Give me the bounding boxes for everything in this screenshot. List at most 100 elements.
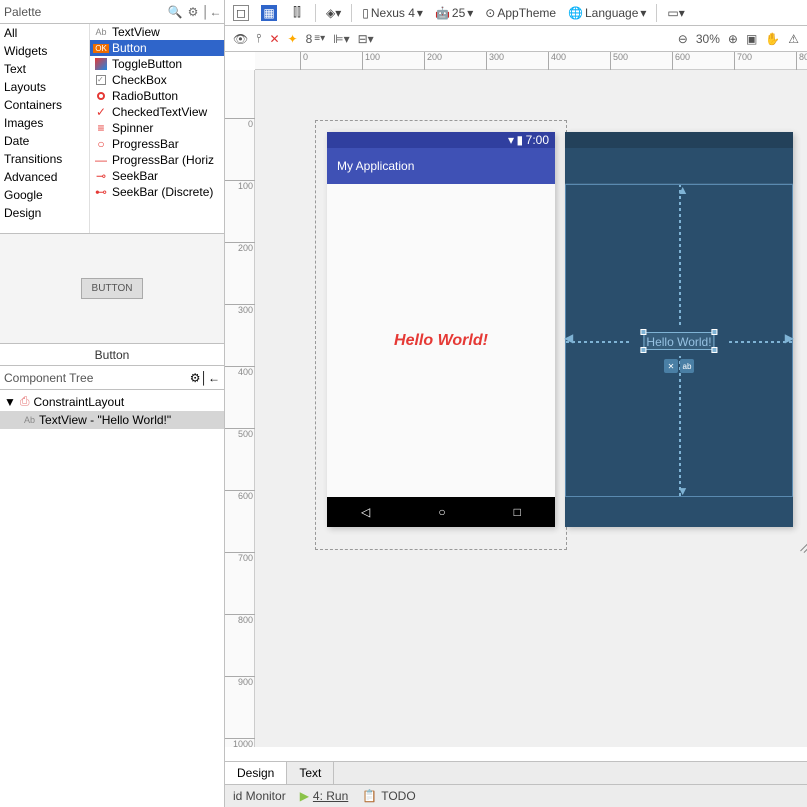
pan-icon[interactable]: ✋: [765, 32, 780, 46]
infer-constraints-icon[interactable]: ✦: [288, 32, 298, 46]
tab-text[interactable]: Text: [287, 762, 334, 784]
theme-icon: ⊙: [485, 6, 495, 20]
tree-root-label: ConstraintLayout: [34, 395, 125, 409]
view-design-icon[interactable]: ◻: [229, 3, 253, 23]
palette-widget-seekbar[interactable]: ⊸SeekBar: [90, 168, 224, 184]
sub-toolbar: 👁 ⫯ ✕ ✦ 8 ≡▾ ⊫▾ ⊟▾ ⊖ 30% ⊕ ▣ ✋ ⚠: [225, 26, 807, 52]
palette-widget-progressbar[interactable]: ○ProgressBar: [90, 136, 224, 152]
palette-title: Palette: [4, 5, 166, 19]
pack-icon[interactable]: ⊟▾: [358, 32, 374, 46]
palette-widget-progressbarhoriz[interactable]: —ProgressBar (Horiz: [90, 152, 224, 168]
view-both-icon[interactable]: ⫿⫿: [285, 3, 309, 23]
widget-label: SeekBar: [112, 169, 158, 183]
clear-constraints-icon[interactable]: ✕: [269, 32, 279, 46]
widget-icon: ≡: [94, 121, 108, 135]
run-icon: ▶: [300, 789, 309, 803]
magnet-icon[interactable]: ⫯: [256, 31, 261, 46]
palette-category-text[interactable]: Text: [0, 60, 89, 78]
palette-widget-textview[interactable]: AbTextView: [90, 24, 224, 40]
palette-widget-checkedtextview[interactable]: ✓CheckedTextView: [90, 104, 224, 120]
theme-selector[interactable]: ⊙ AppTheme: [481, 4, 560, 22]
battery-icon: ▮: [517, 133, 524, 147]
delete-constraint-icon[interactable]: ✕: [664, 359, 678, 373]
palette-widget-togglebutton[interactable]: ToggleButton: [90, 56, 224, 72]
api-label: 25: [452, 6, 465, 20]
palette-category-layouts[interactable]: Layouts: [0, 78, 89, 96]
blueprint-hello[interactable]: Hello World!: [643, 332, 714, 350]
preview-button[interactable]: BUTTON: [81, 278, 144, 299]
palette-category-containers[interactable]: Containers: [0, 96, 89, 114]
constraint-badges[interactable]: ✕ ab: [664, 359, 694, 373]
palette-category-all[interactable]: All: [0, 24, 89, 42]
palette-category-advanced[interactable]: Advanced: [0, 168, 89, 186]
palette-widget-spinner[interactable]: ≡Spinner: [90, 120, 224, 136]
tree-collapse-icon[interactable]: │←: [201, 371, 221, 385]
ruler-horizontal: 0100200300400500600700800: [255, 52, 807, 70]
baseline-icon[interactable]: ab: [680, 359, 694, 373]
status-time: 7:00: [526, 133, 549, 147]
nav-home-icon: ○: [438, 505, 445, 519]
palette-widget-seekbardiscrete[interactable]: ⊷SeekBar (Discrete): [90, 184, 224, 200]
zoom-in-icon[interactable]: ⊕: [728, 32, 738, 46]
palette-category-google[interactable]: Google: [0, 186, 89, 204]
run-tab[interactable]: ▶4: Run: [300, 789, 349, 803]
blueprint-hello-label: Hello World!: [646, 335, 711, 349]
constraint-layout-icon: ⎙: [20, 394, 30, 409]
gear-icon[interactable]: ⚙: [184, 5, 202, 19]
widget-icon: —: [94, 153, 108, 167]
orientation-icon[interactable]: ◈▾: [322, 4, 345, 22]
palette-category-images[interactable]: Images: [0, 114, 89, 132]
palette-widget-radiobutton[interactable]: RadioButton: [90, 88, 224, 104]
resize-handle[interactable]: [795, 540, 807, 554]
constraint-left: [566, 341, 629, 343]
palette-category-widgets[interactable]: Widgets: [0, 42, 89, 60]
android-monitor-tab[interactable]: id Monitor: [233, 789, 286, 803]
palette-widget-button[interactable]: OKButton: [90, 40, 224, 56]
collapse-icon[interactable]: │←: [202, 5, 220, 19]
blueprint-preview[interactable]: ▲ ▼ ◀ ▶ Hello World! ✕ ab: [565, 132, 793, 527]
language-selector[interactable]: 🌐 Language▾: [564, 4, 650, 22]
warnings-icon[interactable]: ⚠: [788, 32, 799, 46]
eye-icon[interactable]: 👁: [233, 32, 248, 46]
widget-label: ToggleButton: [112, 57, 182, 71]
blueprint-content[interactable]: ▲ ▼ ◀ ▶ Hello World! ✕ ab: [565, 184, 793, 497]
lang-label: Language: [585, 6, 638, 20]
view-blueprint-icon[interactable]: ▦: [257, 3, 281, 23]
widget-icon: [94, 57, 108, 71]
palette-widget-checkbox[interactable]: ✓CheckBox: [90, 72, 224, 88]
palette-category-date[interactable]: Date: [0, 132, 89, 150]
widget-label: ProgressBar: [112, 137, 179, 151]
app-bar: My Application: [327, 148, 555, 184]
widget-icon: ✓: [94, 105, 108, 119]
palette-header: Palette 🔍 ⚙ │←: [0, 0, 224, 24]
design-canvas[interactable]: ▾ ▮ 7:00 My Application Hello World! ◁ ○…: [255, 70, 807, 747]
arrow-right-icon: ▶: [785, 331, 794, 345]
zoom-out-icon[interactable]: ⊖: [678, 32, 688, 46]
theme-label: AppTheme: [497, 6, 556, 20]
api-selector[interactable]: 🤖 25▾: [431, 4, 477, 22]
top-toolbar: ◻ ▦ ⫿⫿ ◈▾ ▯ Nexus 4▾ 🤖 25▾ ⊙ AppTheme 🌐 …: [225, 0, 807, 26]
tree-child[interactable]: Ab TextView - "Hello World!": [0, 411, 224, 429]
palette-category-transitions[interactable]: Transitions: [0, 150, 89, 168]
palette-category-design[interactable]: Design: [0, 204, 89, 222]
device-preview[interactable]: ▾ ▮ 7:00 My Application Hello World! ◁ ○…: [327, 132, 555, 527]
component-tree-title: Component Tree: [4, 371, 190, 385]
selected-widget-name: Button: [0, 344, 224, 366]
ruler-vertical: 01002003004005006007008009001000: [225, 70, 255, 747]
tree-root[interactable]: ▼ ⎙ ConstraintLayout: [0, 392, 224, 411]
zoom-fit-icon[interactable]: ▣: [746, 32, 757, 46]
constraint-bottom: [679, 356, 681, 496]
tab-design[interactable]: Design: [225, 762, 287, 784]
expand-icon[interactable]: ▼: [4, 395, 16, 409]
layout-variant-icon[interactable]: ▭▾: [663, 4, 688, 22]
widget-preview: BUTTON: [0, 234, 224, 344]
hello-world-text[interactable]: Hello World!: [394, 332, 488, 350]
device-selector[interactable]: ▯ Nexus 4▾: [358, 4, 427, 22]
widget-icon: [94, 89, 108, 103]
search-icon[interactable]: 🔍: [166, 5, 184, 19]
margin-selector[interactable]: 8 ≡▾: [306, 32, 326, 46]
tree-gear-icon[interactable]: ⚙: [190, 371, 201, 385]
align-icon[interactable]: ⊫▾: [333, 32, 349, 46]
widget-icon: Ab: [94, 25, 108, 39]
todo-tab[interactable]: 📋TODO: [362, 789, 415, 803]
